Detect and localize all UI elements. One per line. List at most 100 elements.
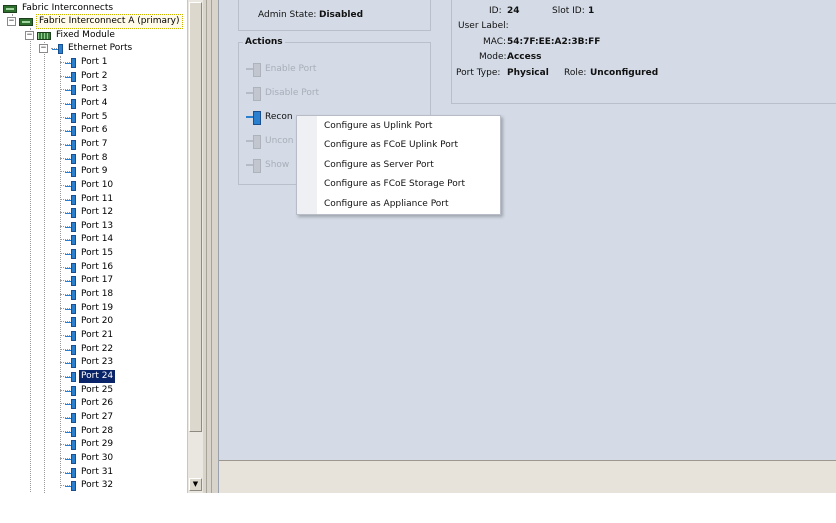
menu-item-appliance-port[interactable]: Configure as Appliance Port <box>324 196 449 212</box>
tree-node-port[interactable]: Port 7 <box>60 138 109 151</box>
action-label: Show <box>265 160 290 170</box>
action-label: Enable Port <box>265 64 317 74</box>
tree-node-port[interactable]: Port 2 <box>60 70 109 83</box>
tree-node-port[interactable]: Port 19 <box>60 302 115 315</box>
tree-label: Port 16 <box>81 262 114 272</box>
tree-label: Port 17 <box>81 275 114 285</box>
menu-item-server-port[interactable]: Configure as Server Port <box>324 157 434 173</box>
ethernet-port-icon <box>65 439 76 450</box>
tree-node-port[interactable]: Port 4 <box>60 97 109 110</box>
tree-node-port[interactable]: Port 6 <box>60 124 109 137</box>
ethernet-port-icon <box>65 467 76 478</box>
enable-port-action[interactable]: Enable Port <box>246 62 317 77</box>
reconfigure-action[interactable]: Recon <box>246 110 293 125</box>
tree-label: Port 15 <box>81 248 114 258</box>
collapse-icon[interactable]: − <box>25 31 34 40</box>
ethernet-port-icon <box>65 234 76 245</box>
details-pane: Admin State: Disabled ID: 24 Slot ID: 1 … <box>218 0 836 460</box>
tree-node-port[interactable]: Port 18 <box>60 288 115 301</box>
tree-node-port[interactable]: Port 14 <box>60 233 115 246</box>
ethernet-port-icon <box>65 207 76 218</box>
collapse-icon[interactable]: − <box>7 17 16 26</box>
tree-label: Fabric Interconnect A (primary) <box>36 14 183 29</box>
tree-node-port[interactable]: Port 15 <box>60 247 115 260</box>
tree-node-port[interactable]: Port 13 <box>60 220 115 233</box>
tree-node-port[interactable]: Port 20 <box>60 315 115 328</box>
unconfigure-action[interactable]: Uncon <box>246 134 294 149</box>
tree-node-port[interactable]: Port 23 <box>60 356 115 369</box>
tree-node-port[interactable]: Port 31 <box>60 466 115 479</box>
slot-id-value: 1 <box>588 6 595 16</box>
tree-label: Port 13 <box>81 221 114 231</box>
action-label: Uncon <box>265 136 294 146</box>
tree-label: Port 29 <box>81 439 114 449</box>
ethernet-port-icon <box>65 357 76 368</box>
ethernet-port-icon <box>65 153 76 164</box>
actions-title: Actions <box>243 37 285 47</box>
tree-label: Port 11 <box>81 194 114 204</box>
scroll-down-icon[interactable]: ▼ <box>189 478 202 491</box>
menu-item-fcoe-uplink-port[interactable]: Configure as FCoE Uplink Port <box>324 137 458 153</box>
ethernet-port-icon <box>65 480 76 491</box>
tree-node-ethernet-ports[interactable]: − Ethernet Ports <box>39 42 134 55</box>
tree-label: Fixed Module <box>56 30 115 40</box>
tree-node-port[interactable]: Port 8 <box>60 152 109 165</box>
fabric-interconnects-icon <box>3 4 17 13</box>
tree-node-port[interactable]: Port 30 <box>60 452 115 465</box>
tree-label: Port 12 <box>81 207 114 217</box>
tree-label: Port 2 <box>81 71 108 81</box>
ethernet-port-icon <box>65 180 76 191</box>
ethernet-port-icon <box>65 289 76 300</box>
id-value: 24 <box>507 6 520 16</box>
navigation-tree[interactable]: Fabric Interconnects − Fabric Interconne… <box>0 0 187 493</box>
tree-node-port[interactable]: Port 26 <box>60 397 115 410</box>
tree-node-port[interactable]: Port 17 <box>60 274 115 287</box>
tree-node-port[interactable]: Port 1 <box>60 56 109 69</box>
tree-label: Port 18 <box>81 289 114 299</box>
tree-node-port[interactable]: Port 28 <box>60 425 115 438</box>
tree-node-fixed-module[interactable]: − Fixed Module <box>25 29 117 42</box>
tree-node-port[interactable]: Port 3 <box>60 83 109 96</box>
tree-node-port[interactable]: Port 21 <box>60 329 115 342</box>
tree-node-port[interactable]: Port 25 <box>60 384 115 397</box>
status-strip <box>218 460 836 493</box>
tree-node-port[interactable]: Port 10 <box>60 179 115 192</box>
tree-node-port[interactable]: Port 24 <box>60 370 116 383</box>
tree-node-port[interactable]: Port 9 <box>60 165 109 178</box>
menu-item-uplink-port[interactable]: Configure as Uplink Port <box>324 118 432 134</box>
pane-splitter[interactable] <box>203 0 218 493</box>
admin-state-label: Admin State: <box>258 10 317 20</box>
ethernet-port-icon <box>65 275 76 286</box>
tree-node-port[interactable]: Port 16 <box>60 261 115 274</box>
tree-node-port[interactable]: Port 32 <box>60 479 115 492</box>
configure-context-menu[interactable]: Configure as Uplink Port Configure as FC… <box>296 115 501 215</box>
action-label: Recon <box>265 112 293 122</box>
tree-label: Port 7 <box>81 139 108 149</box>
tree-guide <box>30 28 31 493</box>
tree-node-port[interactable]: Port 22 <box>60 343 115 356</box>
mode-value: Access <box>507 52 542 62</box>
tree-label: Port 8 <box>81 153 108 163</box>
ethernet-port-icon <box>65 371 76 382</box>
tree-node-port[interactable]: Port 12 <box>60 206 115 219</box>
tree-label: Port 30 <box>81 453 114 463</box>
tree-node-port[interactable]: Port 5 <box>60 111 109 124</box>
tree-guide <box>44 42 45 493</box>
tree-scrollbar[interactable]: ▼ <box>187 0 203 493</box>
id-label: ID: <box>489 6 502 16</box>
collapse-icon[interactable]: − <box>39 44 48 53</box>
tree-node-port[interactable]: Port 29 <box>60 438 115 451</box>
tree-node-fabric-interconnect-a[interactable]: − Fabric Interconnect A (primary) <box>7 14 183 29</box>
tree-node-port[interactable]: Port 11 <box>60 193 115 206</box>
port-type-label: Port Type: <box>456 68 501 78</box>
tree-node-port[interactable]: Port 27 <box>60 411 115 424</box>
scrollbar-thumb[interactable] <box>189 2 202 432</box>
tree-label: Port 24 <box>79 370 116 383</box>
show-action[interactable]: Show <box>246 158 290 173</box>
menu-item-fcoe-storage-port[interactable]: Configure as FCoE Storage Port <box>324 176 465 192</box>
ethernet-port-icon <box>65 453 76 464</box>
unconfigure-port-icon <box>246 135 262 149</box>
tree-label: Port 26 <box>81 398 114 408</box>
tree-label: Port 20 <box>81 316 114 326</box>
disable-port-action[interactable]: Disable Port <box>246 86 319 101</box>
